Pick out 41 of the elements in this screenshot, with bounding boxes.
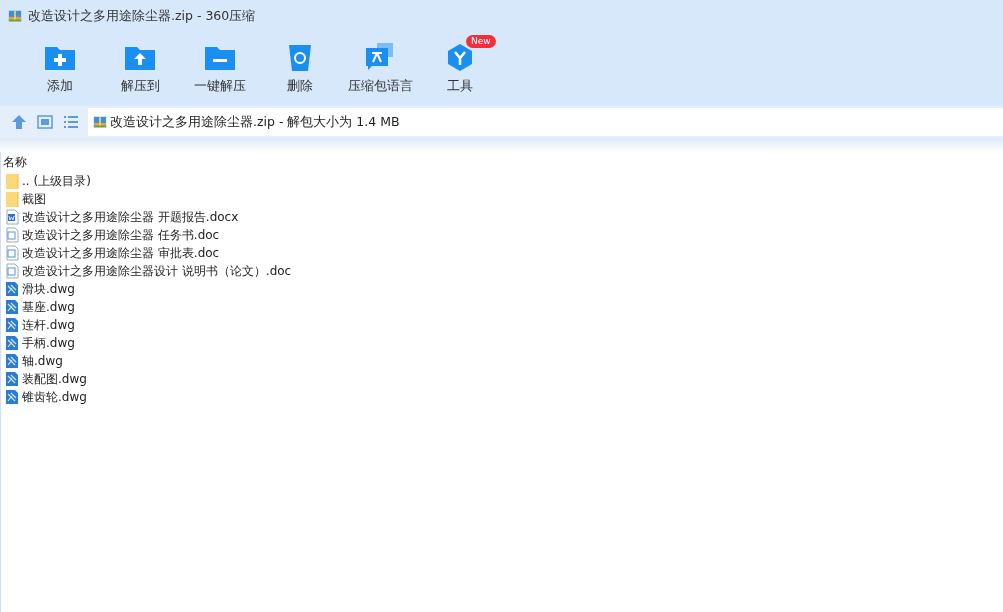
address-text: 改造设计之多用途除尘器.zip - 解包大小为 1.4 MB: [110, 112, 400, 131]
list-view-icon[interactable]: [62, 113, 80, 131]
file-name[interactable]: 轴.dwg: [22, 352, 63, 370]
file-name[interactable]: 截图: [22, 190, 46, 208]
file-name[interactable]: 滑块.dwg: [22, 280, 75, 298]
file-name[interactable]: 改造设计之多用途除尘器 开题报告.docx: [22, 208, 239, 226]
drawing-file-icon: [5, 335, 19, 351]
file-name[interactable]: 手柄.dwg: [22, 334, 75, 352]
drawing-file-icon: [5, 299, 19, 315]
file-name[interactable]: .. (上级目录): [22, 172, 91, 190]
tools-button[interactable]: New 工具: [420, 36, 500, 106]
file-name[interactable]: 连杆.dwg: [22, 316, 75, 334]
extract-button[interactable]: 解压到: [100, 36, 180, 106]
file-name[interactable]: 改造设计之多用途除尘器设计 说明书（论文）.doc: [22, 262, 292, 280]
language-button[interactable]: 压缩包语言: [340, 36, 420, 106]
archive-icon: [8, 8, 22, 24]
file-name[interactable]: 改造设计之多用途除尘器 任务书.doc: [22, 226, 220, 244]
drawing-file-icon: [5, 281, 19, 297]
file-name[interactable]: 改造设计之多用途除尘器 审批表.doc: [22, 244, 220, 262]
drawing-file-icon: [5, 371, 19, 387]
up-arrow-icon[interactable]: [10, 113, 28, 131]
file-name[interactable]: 装配图.dwg: [22, 370, 87, 388]
delete-button[interactable]: 删除: [260, 36, 340, 106]
new-badge: New: [466, 35, 496, 48]
file-name[interactable]: 基座.dwg: [22, 298, 75, 316]
oneclick-button[interactable]: 一键解压: [180, 36, 260, 106]
drawing-file-icon: [5, 389, 19, 405]
drawing-file-icon: [5, 353, 19, 369]
thumbnail-view-icon[interactable]: [36, 113, 54, 131]
window-title: 改造设计之多用途除尘器.zip - 360压缩: [28, 6, 256, 25]
folder-icon: [5, 173, 19, 189]
word-document-icon: [5, 263, 19, 279]
address-field[interactable]: 改造设计之多用途除尘器.zip - 解包大小为 1.4 MB: [88, 108, 1003, 136]
file-name[interactable]: 锥齿轮.dwg: [22, 388, 87, 406]
archive-icon: [93, 114, 107, 130]
word-document-icon: [5, 209, 19, 225]
add-button[interactable]: 添加: [20, 36, 100, 106]
word-document-icon: [5, 245, 19, 261]
drawing-file-icon: [5, 317, 19, 333]
folder-icon: [5, 191, 19, 207]
word-document-icon: [5, 227, 19, 243]
